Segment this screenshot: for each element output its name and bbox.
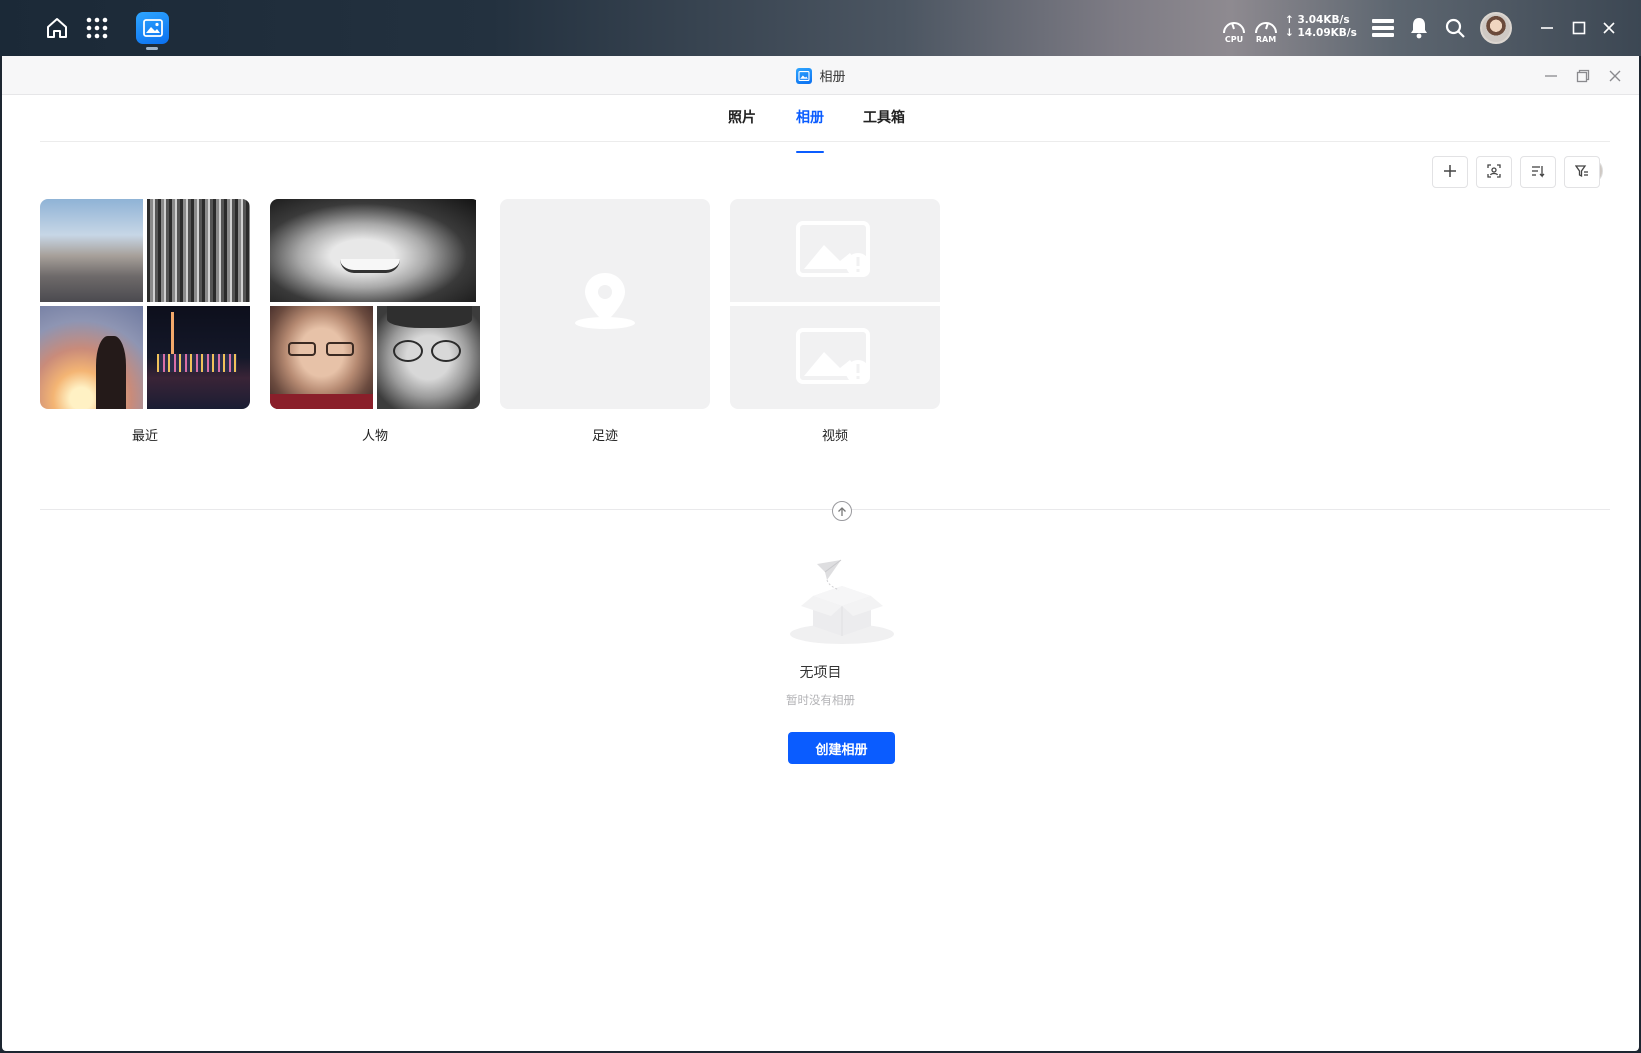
tab-toolbox[interactable]: 工具箱 [863, 107, 905, 127]
broken-image-icon [796, 221, 876, 283]
album-people[interactable]: 人物 [270, 199, 480, 444]
album-label: 人物 [361, 429, 388, 444]
tabs-divider [40, 141, 1610, 142]
empty-state-subtitle: 暂时没有相册 [786, 693, 855, 707]
download-speed: ↓ 14.09KB/s [1285, 27, 1357, 39]
network-speed: ↑ 3.04KB/s ↓ 14.09KB/s [1285, 14, 1357, 40]
minimize-icon[interactable] [1533, 14, 1561, 42]
active-tab-indicator [796, 151, 824, 153]
bell-icon[interactable] [1405, 14, 1433, 42]
section-divider [40, 509, 1610, 510]
photos-app-icon [795, 67, 812, 84]
home-icon[interactable] [42, 13, 72, 43]
window-close-icon[interactable] [1603, 64, 1627, 88]
ram-gauge-icon: RAM [1252, 15, 1280, 44]
face-scan-button[interactable] [1476, 156, 1512, 188]
create-album-button[interactable]: 创建相册 [788, 732, 895, 764]
add-button[interactable] [1432, 156, 1468, 188]
empty-state-title: 无项目 [799, 665, 842, 681]
album-label: 足迹 [591, 429, 618, 444]
broken-image-placeholder [730, 306, 940, 409]
app-grid-icon[interactable] [82, 13, 112, 43]
broken-image-placeholder [730, 199, 940, 302]
close-icon[interactable] [1595, 14, 1623, 42]
thumbnail-elderly-woman [270, 306, 373, 409]
filter-button[interactable] [1564, 156, 1600, 188]
thumbnail-man-glasses [377, 306, 480, 409]
album-recent[interactable]: 最近 [40, 199, 250, 444]
sort-button[interactable] [1520, 156, 1556, 188]
window-restore-icon[interactable] [1571, 64, 1595, 88]
location-pin-icon [572, 271, 638, 335]
sort-icon [1531, 163, 1545, 182]
arrow-up-icon [837, 502, 847, 521]
album-places[interactable]: 足迹 [500, 199, 710, 444]
tab-photos[interactable]: 照片 [728, 107, 756, 127]
empty-box-illustration [787, 556, 897, 646]
album-label: 视频 [821, 429, 848, 444]
filter-icon [1574, 163, 1589, 182]
photos-app-icon[interactable] [136, 12, 169, 44]
cpu-gauge-icon: CPU [1220, 15, 1248, 44]
ram-label: RAM [1255, 35, 1277, 44]
thumbnail-canal-bw [147, 199, 250, 302]
album-cover[interactable] [270, 199, 480, 409]
maximize-icon[interactable] [1565, 14, 1593, 42]
window-title: 相册 [795, 66, 846, 85]
album-label: 最近 [131, 429, 158, 444]
window-minimize-icon[interactable] [1539, 64, 1563, 88]
album-cover[interactable] [500, 199, 710, 409]
window-title-text: 相册 [819, 70, 846, 85]
album-cover[interactable] [730, 199, 940, 409]
active-app-indicator [146, 47, 158, 50]
collapse-button[interactable] [832, 501, 852, 521]
storage-icon[interactable] [1369, 14, 1397, 42]
add-icon [1443, 163, 1457, 182]
photos-window: 相册 照片 相册 工具箱 最近 人物 足迹 视频 无项目 暂时没有相册 创建相册 [2, 56, 1639, 1051]
album-cover[interactable] [40, 199, 250, 409]
upload-speed: ↑ 3.04KB/s [1285, 14, 1350, 26]
search-icon[interactable] [1441, 14, 1469, 42]
desktop-taskbar: CPU RAM ↑ 3.04KB/s ↓ 14.09KB/s [0, 0, 1641, 56]
user-avatar[interactable] [1480, 12, 1512, 44]
thumbnail-city-aerial [40, 199, 143, 302]
tab-albums[interactable]: 相册 [796, 107, 824, 127]
main-tabs: 照片 相册 工具箱 [2, 95, 1639, 141]
face-scan-icon [1487, 163, 1501, 182]
thumbnail-sunset-silhouette [40, 306, 143, 409]
album-video[interactable]: 视频 [730, 199, 940, 444]
cpu-label: CPU [1224, 35, 1244, 44]
window-titlebar: 相册 [2, 56, 1639, 95]
broken-image-icon [796, 328, 876, 390]
thumbnail-smiling-woman [270, 199, 476, 302]
thumbnail-night-skyline [147, 306, 250, 409]
